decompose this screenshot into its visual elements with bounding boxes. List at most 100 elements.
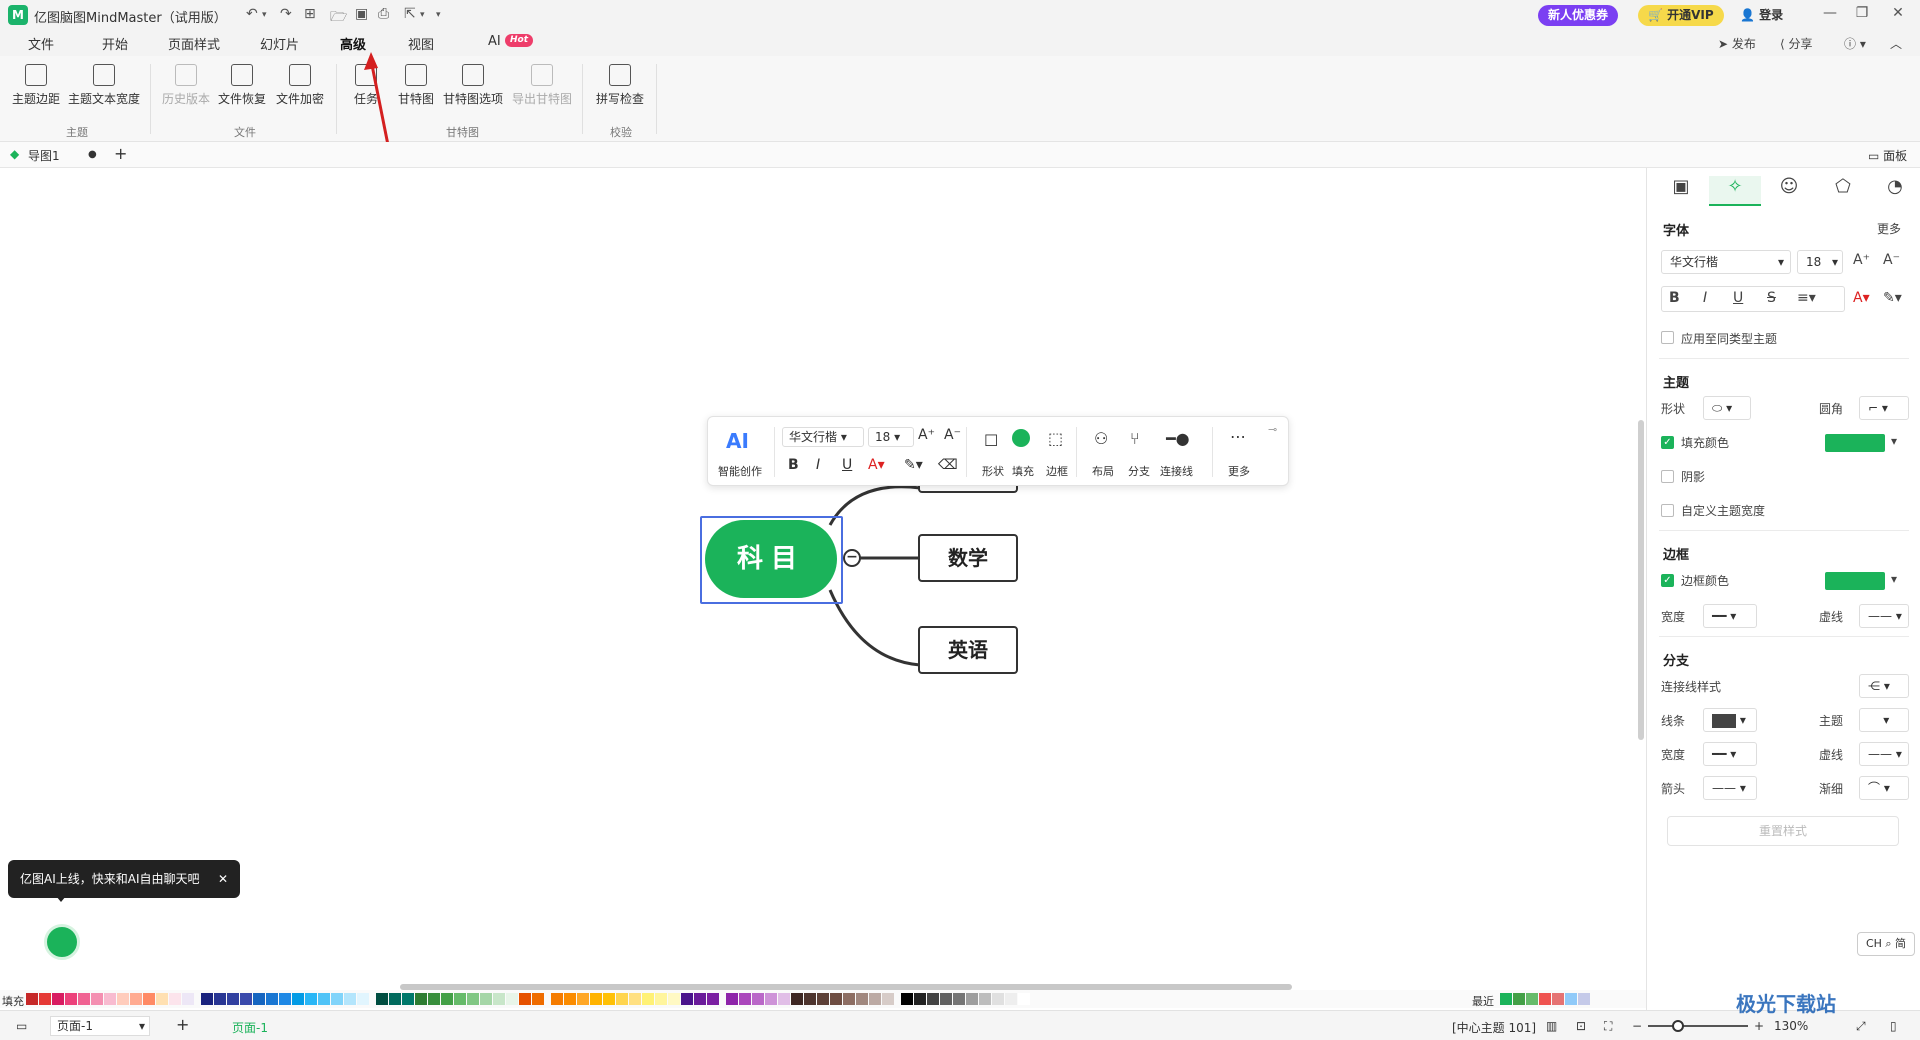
border-color-swatch[interactable]	[1825, 572, 1885, 590]
fullscreen-icon[interactable]: ⛶	[1604, 1019, 1612, 1034]
reset-style-button[interactable]: 重置样式	[1667, 816, 1899, 846]
tab-page-style[interactable]: 页面样式	[168, 34, 220, 53]
palette-swatch[interactable]	[52, 993, 64, 1005]
help-icon[interactable]: ⓘ ▾	[1844, 35, 1866, 52]
gantt-options-button[interactable]: 甘特图选项	[442, 64, 504, 107]
palette-swatch[interactable]	[551, 993, 563, 1005]
export-dropdown-icon[interactable]: ▾	[420, 10, 425, 20]
underline-icon[interactable]: U	[842, 457, 852, 473]
palette-swatch[interactable]	[739, 993, 751, 1005]
palette-swatch[interactable]	[629, 993, 641, 1005]
panel-align-icon[interactable]: ≡▾	[1797, 290, 1816, 306]
palette-swatch[interactable]	[305, 993, 317, 1005]
palette-swatch[interactable]	[616, 993, 628, 1005]
italic-icon[interactable]: I	[816, 457, 820, 473]
unsaved-dot-icon[interactable]: ●	[88, 149, 97, 160]
palette-swatch[interactable]	[778, 993, 790, 1005]
recent-color-swatch[interactable]	[1552, 993, 1564, 1005]
palette-swatch[interactable]	[91, 993, 103, 1005]
palette-swatch[interactable]	[532, 993, 544, 1005]
palette-swatch[interactable]	[65, 993, 77, 1005]
pin-icon[interactable]: ⊸	[1268, 423, 1277, 436]
palette-swatch[interactable]	[953, 993, 965, 1005]
palette-swatch[interactable]	[318, 993, 330, 1005]
zoom-level[interactable]: 130%	[1774, 1019, 1808, 1033]
border-dash-select[interactable]: —— ▾	[1859, 604, 1909, 628]
add-page-icon[interactable]: +	[176, 1015, 189, 1034]
shape-label[interactable]: 形状	[982, 463, 1004, 479]
palette-swatch[interactable]	[603, 993, 615, 1005]
palette-swatch[interactable]	[227, 993, 239, 1005]
palette-swatch[interactable]	[564, 993, 576, 1005]
recent-color-swatch[interactable]	[1500, 993, 1512, 1005]
tab-slides[interactable]: 幻灯片	[260, 34, 299, 53]
palette-swatch[interactable]	[104, 993, 116, 1005]
book-view-icon[interactable]: ▥	[1546, 1019, 1557, 1033]
new-user-coupon-button[interactable]: 新人优惠券	[1538, 5, 1619, 26]
palette-swatch[interactable]	[681, 993, 693, 1005]
undo-dropdown-icon[interactable]: ▾	[262, 10, 267, 20]
ai-assistant-icon[interactable]	[44, 924, 80, 960]
history-tab-icon[interactable]: ◔	[1869, 176, 1920, 206]
restore-icon[interactable]: ❐	[1850, 5, 1874, 21]
taper-select[interactable]: ⌒ ▾	[1859, 776, 1909, 800]
branch-dash-select[interactable]: —— ▾	[1859, 742, 1909, 766]
zoom-slider[interactable]	[1648, 1025, 1748, 1027]
page-select[interactable]: 页面-1 ▾	[50, 1016, 150, 1036]
add-tab-icon[interactable]: +	[114, 144, 127, 163]
tab-start[interactable]: 开始	[102, 34, 128, 53]
side-panel-icon[interactable]: ▯	[1890, 1019, 1897, 1033]
panel-size-select[interactable]: 18 ▾	[1797, 250, 1843, 274]
panel-toggle-button[interactable]: ▭ 面板	[1868, 147, 1907, 164]
palette-swatch[interactable]	[1018, 993, 1030, 1005]
palette-swatch[interactable]	[415, 993, 427, 1005]
palette-swatch[interactable]	[914, 993, 926, 1005]
shape-select[interactable]: ⬭ ▾	[1703, 396, 1751, 420]
branch-icon[interactable]: ⑂	[1130, 429, 1140, 448]
spell-check-button[interactable]: 拼写检查	[592, 64, 648, 107]
fit-window-icon[interactable]: ⤢	[1856, 1019, 1866, 1034]
arrow-select[interactable]: —— ▾	[1703, 776, 1757, 800]
vertical-scrollbar[interactable]	[1638, 420, 1644, 740]
recent-color-swatch[interactable]	[1578, 993, 1590, 1005]
palette-swatch[interactable]	[156, 993, 168, 1005]
palette-swatch[interactable]	[843, 993, 855, 1005]
horizontal-scrollbar[interactable]	[400, 984, 1292, 990]
file-recovery-button[interactable]: 文件恢复	[216, 64, 268, 107]
highlight-icon[interactable]: ✎▾	[904, 457, 923, 473]
palette-swatch[interactable]	[791, 993, 803, 1005]
minimize-icon[interactable]: —	[1818, 5, 1842, 21]
palette-swatch[interactable]	[856, 993, 868, 1005]
ai-create-icon[interactable]: AI	[726, 429, 749, 453]
print-icon[interactable]: ⎙	[378, 6, 389, 22]
new-file-icon[interactable]: ⊞	[304, 6, 316, 22]
font-decrease-icon[interactable]: A⁻	[944, 427, 961, 443]
palette-swatch[interactable]	[454, 993, 466, 1005]
palette-swatch[interactable]	[389, 993, 401, 1005]
panel-underline-icon[interactable]: U	[1733, 290, 1743, 306]
shadow-checkbox[interactable]	[1661, 470, 1674, 483]
palette-swatch[interactable]	[817, 993, 829, 1005]
palette-swatch[interactable]	[1005, 993, 1017, 1005]
branch-label[interactable]: 分支	[1128, 463, 1150, 479]
style-tab-icon[interactable]: ✧	[1709, 176, 1761, 206]
clear-format-icon[interactable]: ⌫	[938, 457, 958, 473]
panel-highlight-icon[interactable]: ✎▾	[1883, 290, 1902, 306]
fill-color-checkbox[interactable]: ✓	[1661, 436, 1674, 449]
palette-swatch[interactable]	[78, 993, 90, 1005]
collapse-toggle-icon[interactable]: −	[843, 549, 861, 567]
recent-color-swatch[interactable]	[1513, 993, 1525, 1005]
central-topic[interactable]: 科目	[705, 520, 837, 598]
palette-swatch[interactable]	[577, 993, 589, 1005]
palette-swatch[interactable]	[830, 993, 842, 1005]
doc-tab-map1[interactable]: 导图1	[28, 147, 60, 164]
export-icon[interactable]: ⇱	[404, 6, 416, 22]
branch-topic-select[interactable]: ▾	[1859, 708, 1909, 732]
palette-swatch[interactable]	[655, 993, 667, 1005]
fill-label[interactable]: 填充	[1012, 463, 1034, 479]
branch-topic-math[interactable]: 数学	[918, 534, 1018, 582]
theme-tab-icon[interactable]: ⬠	[1817, 176, 1869, 206]
palette-swatch[interactable]	[117, 993, 129, 1005]
apply-same-checkbox[interactable]	[1661, 331, 1674, 344]
close-icon[interactable]: ✕	[1886, 5, 1910, 21]
